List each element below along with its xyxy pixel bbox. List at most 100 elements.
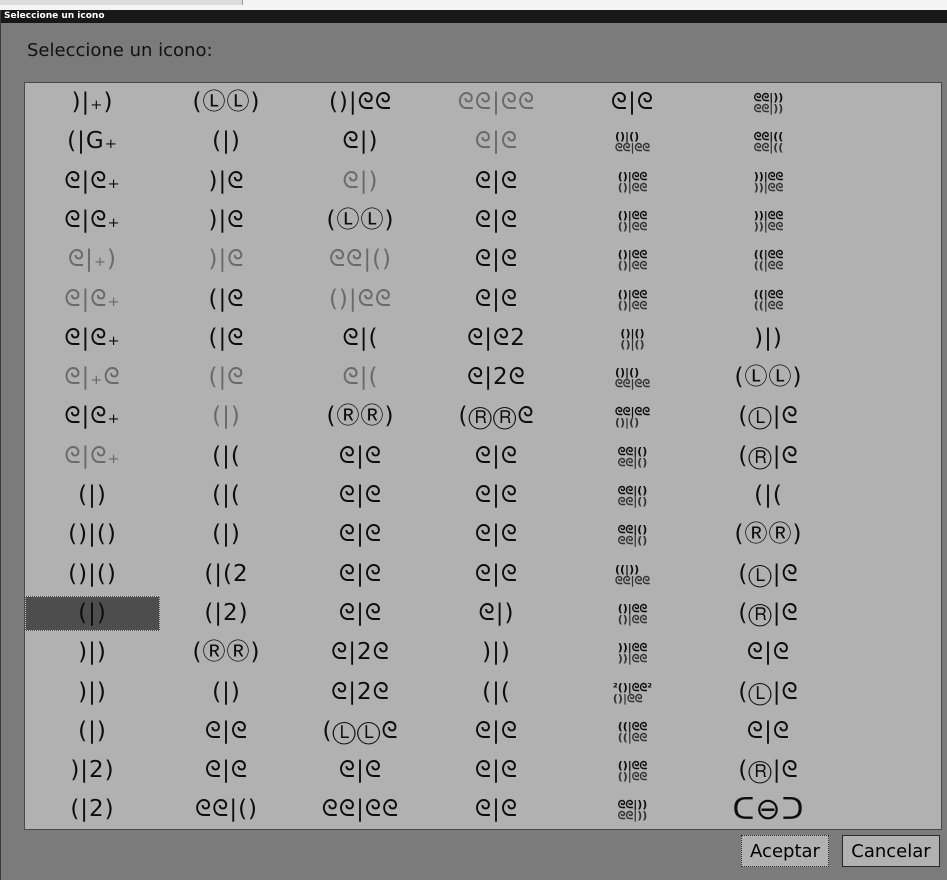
icon-option-r18-c1[interactable]: )|2) bbox=[25, 753, 160, 788]
icon-option-r17-c4[interactable]: ᘓ|ᘓ bbox=[429, 714, 564, 749]
icon-option-r11-c4[interactable]: ᘓ|ᘓ bbox=[429, 478, 564, 513]
icon-option-r18-c3[interactable]: ᘓ|ᘓ bbox=[293, 753, 428, 788]
icon-option-r16-c6[interactable]: (Ⓛ|ᘓ bbox=[701, 675, 836, 710]
icon-option-r3-c4[interactable]: ᘓ|ᘓ bbox=[429, 164, 564, 199]
icon-option-r19-c5[interactable]: ᘓᘓ|)) ᘓᘓ|)) bbox=[565, 792, 700, 827]
icon-option-r13-c1[interactable]: ()|() bbox=[25, 557, 160, 592]
icon-option-r14-c6[interactable]: (Ⓡ|ᘓ bbox=[701, 596, 836, 631]
icon-option-r2-c4[interactable]: ᘓ|ᘓ bbox=[429, 124, 564, 159]
icon-option-r2-c1[interactable]: (|G₊ bbox=[25, 124, 160, 159]
icon-option-r13-c5[interactable]: ((|)) ᘓᘓ|ᘓᘓ bbox=[565, 557, 700, 592]
icon-option-r9-c5[interactable]: ᘓᘓ|ᘓᘓ ()|() bbox=[565, 399, 700, 434]
icon-option-r15-c4[interactable]: )|) bbox=[429, 635, 564, 670]
icon-option-r6-c1[interactable]: ᘓ|ᘓ₊ bbox=[25, 282, 160, 317]
icon-option-r12-c1[interactable]: ()|() bbox=[25, 517, 160, 552]
icon-option-r12-c4[interactable]: ᘓ|ᘓ bbox=[429, 517, 564, 552]
icon-option-r5-c5[interactable]: ()|ᘓᘓ ()|ᘓᘓ bbox=[565, 242, 700, 277]
icon-option-r14-c5[interactable]: ()|ᘓᘓ ()|ᘓᘓ bbox=[565, 596, 700, 631]
icon-option-r11-c1[interactable]: (|) bbox=[25, 478, 160, 513]
icon-option-r10-c2[interactable]: (|( bbox=[159, 439, 294, 474]
icon-option-r5-c4[interactable]: ᘓ|ᘓ bbox=[429, 242, 564, 277]
icon-option-r16-c4[interactable]: (|( bbox=[429, 675, 564, 710]
icon-option-r8-c5[interactable]: ()|() ᘓᘓ|ᘓᘓ bbox=[565, 360, 700, 395]
icon-option-r7-c4[interactable]: ᘓ|ᘓ2 bbox=[429, 321, 564, 356]
icon-option-r3-c6[interactable]: ))|ᘓᘓ))|ᘓᘓ bbox=[701, 164, 836, 199]
icon-option-r18-c2[interactable]: ᘓ|ᘓ bbox=[159, 753, 294, 788]
icon-option-r8-c1[interactable]: ᘓ|₊ᘓ bbox=[25, 360, 160, 395]
icon-option-r8-c2[interactable]: (|ᘓ bbox=[159, 360, 294, 395]
icon-option-r17-c5[interactable]: ((|ᘓᘓ ((|ᘓᘓ bbox=[565, 714, 700, 749]
icon-option-r18-c5[interactable]: ()|ᘓᘓ ()|ᘓᘓ bbox=[565, 753, 700, 788]
icon-option-r12-c2[interactable]: (|) bbox=[159, 517, 294, 552]
icon-option-r9-c1[interactable]: ᘓ|ᘓ₊ bbox=[25, 399, 160, 434]
icon-option-r10-c6[interactable]: (Ⓡ|ᘓ bbox=[701, 439, 836, 474]
icon-option-r6-c2[interactable]: (|ᘓ bbox=[159, 282, 294, 317]
icon-option-r13-c2[interactable]: (|(2 bbox=[159, 557, 294, 592]
icon-option-r10-c5[interactable]: ᘓᘓ|() ᘓᘓ|() bbox=[565, 439, 700, 474]
icon-option-r15-c6[interactable]: ᘓ|ᘓ bbox=[701, 635, 836, 670]
icon-option-r14-c2[interactable]: (|2) bbox=[159, 596, 294, 631]
icon-option-r3-c3[interactable]: ᘓ|) bbox=[293, 164, 428, 199]
icon-option-r17-c1[interactable]: (|) bbox=[25, 714, 160, 749]
icon-option-r7-c3[interactable]: ᘓ|( bbox=[293, 321, 428, 356]
icon-option-r17-c3[interactable]: (ⓁⓁᘓ bbox=[293, 714, 428, 749]
icon-option-r2-c5[interactable]: ()|() ᘓᘓ|ᘓᘓ bbox=[565, 124, 700, 159]
icon-option-r5-c2[interactable]: )|ᘓ bbox=[159, 242, 294, 277]
icon-option-r15-c3[interactable]: ᘓ|2ᘓ bbox=[293, 635, 428, 670]
icon-option-r2-c3[interactable]: ᘓ|) bbox=[293, 124, 428, 159]
icon-option-r16-c2[interactable]: (|) bbox=[159, 675, 294, 710]
icon-option-r6-c5[interactable]: ()|ᘓᘓ ()|ᘓᘓ bbox=[565, 282, 700, 317]
icon-option-r11-c2[interactable]: (|( bbox=[159, 478, 294, 513]
icon-option-r6-c3[interactable]: ()|ᘓᘓ bbox=[293, 282, 428, 317]
icon-option-r1-c1[interactable]: )|₊) bbox=[25, 85, 160, 120]
icon-option-r8-c3[interactable]: ᘓ|( bbox=[293, 360, 428, 395]
icon-option-r10-c4[interactable]: ᘓ|ᘓ bbox=[429, 439, 564, 474]
icon-option-r10-c3[interactable]: ᘓ|ᘓ bbox=[293, 439, 428, 474]
icon-option-r4-c5[interactable]: ()|ᘓᘓ ()|ᘓᘓ bbox=[565, 203, 700, 238]
icon-option-r1-c2[interactable]: (ⓁⓁ) bbox=[159, 85, 294, 120]
icon-option-r14-c3[interactable]: ᘓ|ᘓ bbox=[293, 596, 428, 631]
icon-option-r2-c2[interactable]: (|) bbox=[159, 124, 294, 159]
icon-option-r6-c4[interactable]: ᘓ|ᘓ bbox=[429, 282, 564, 317]
icon-grid[interactable]: )|₊) (ⓁⓁ) ()|ᘓᘓ ᘓᘓ|ᘓᘓ ᘓ|ᘓ ᘓᘓ|)) ᘓᘓ|)) (|G₊ (|) ᘓ|… bbox=[24, 82, 942, 830]
icon-option-r14-c4[interactable]: ᘓ|) bbox=[429, 596, 564, 631]
icon-option-r11-c5[interactable]: ᘓᘓ|() ᘓᘓ|() bbox=[565, 478, 700, 513]
icon-option-r8-c4[interactable]: ᘓ|2ᘓ bbox=[429, 360, 564, 395]
icon-option-r12-c6[interactable]: (ⓇⓇ) bbox=[701, 517, 836, 552]
icon-option-r3-c2[interactable]: )|ᘓ bbox=[159, 164, 294, 199]
icon-option-r1-c3[interactable]: ()|ᘓᘓ bbox=[293, 85, 428, 120]
icon-option-r12-c3[interactable]: ᘓ|ᘓ bbox=[293, 517, 428, 552]
icon-option-r17-c2[interactable]: ᘓ|ᘓ bbox=[159, 714, 294, 749]
icon-option-r12-c5[interactable]: ᘓᘓ|() ᘓᘓ|() bbox=[565, 517, 700, 552]
icon-option-r15-c2[interactable]: (ⓇⓇ) bbox=[159, 635, 294, 670]
icon-option-r19-c3[interactable]: ᘓᘓ|ᘓᘓ bbox=[293, 792, 428, 827]
icon-option-r14-c1[interactable]: (|) bbox=[25, 596, 160, 631]
icon-option-r7-c6[interactable]: )|) bbox=[701, 321, 836, 356]
icon-option-r7-c1[interactable]: ᘓ|ᘓ₊ bbox=[25, 321, 160, 356]
icon-option-r19-c2[interactable]: ᘓᘓ|() bbox=[159, 792, 294, 827]
icon-option-r5-c6[interactable]: ((|ᘓᘓ ((|ᘓᘓ bbox=[701, 242, 836, 277]
icon-option-r13-c4[interactable]: ᘓ|ᘓ bbox=[429, 557, 564, 592]
icon-option-r2-c6[interactable]: ᘓᘓ|((ᘓᘓ|(( bbox=[701, 124, 836, 159]
icon-option-r11-c3[interactable]: ᘓ|ᘓ bbox=[293, 478, 428, 513]
icon-option-r9-c2[interactable]: (|) bbox=[159, 399, 294, 434]
icon-option-r15-c5[interactable]: ))|ᘓᘓ))|ᘓᘓ bbox=[565, 635, 700, 670]
icon-option-r1-c4[interactable]: ᘓᘓ|ᘓᘓ bbox=[429, 85, 564, 120]
icon-option-r16-c5[interactable]: ²()|ᘓᘓ² ()|ᘓᘓ bbox=[565, 675, 700, 710]
icon-option-r5-c1[interactable]: ᘓ|₊) bbox=[25, 242, 160, 277]
icon-option-r7-c2[interactable]: (|ᘓ bbox=[159, 321, 294, 356]
icon-option-r4-c2[interactable]: )|ᘓ bbox=[159, 203, 294, 238]
cancel-button[interactable]: Cancelar bbox=[842, 835, 940, 867]
icon-option-r16-c1[interactable]: )|) bbox=[25, 675, 160, 710]
icon-option-r13-c6[interactable]: (Ⓛ|ᘓ bbox=[701, 557, 836, 592]
icon-option-r5-c3[interactable]: ᘓᘓ|() bbox=[293, 242, 428, 277]
icon-option-r3-c5[interactable]: ()|ᘓᘓ ()|ᘓᘓ bbox=[565, 164, 700, 199]
icon-option-r11-c6[interactable]: (|( bbox=[701, 478, 836, 513]
icon-option-r15-c1[interactable]: )|) bbox=[25, 635, 160, 670]
icon-option-r13-c3[interactable]: ᘓ|ᘓ bbox=[293, 557, 428, 592]
icon-option-r7-c5[interactable]: ()|() ()|() bbox=[565, 321, 700, 356]
icon-option-r17-c6[interactable]: ᘓ|ᘓ bbox=[701, 714, 836, 749]
accept-button[interactable]: Aceptar bbox=[741, 835, 829, 867]
icon-option-r4-c6[interactable]: ))|ᘓᘓ))|ᘓᘓ bbox=[701, 203, 836, 238]
icon-option-r19-c1[interactable]: (|2) bbox=[25, 792, 160, 827]
